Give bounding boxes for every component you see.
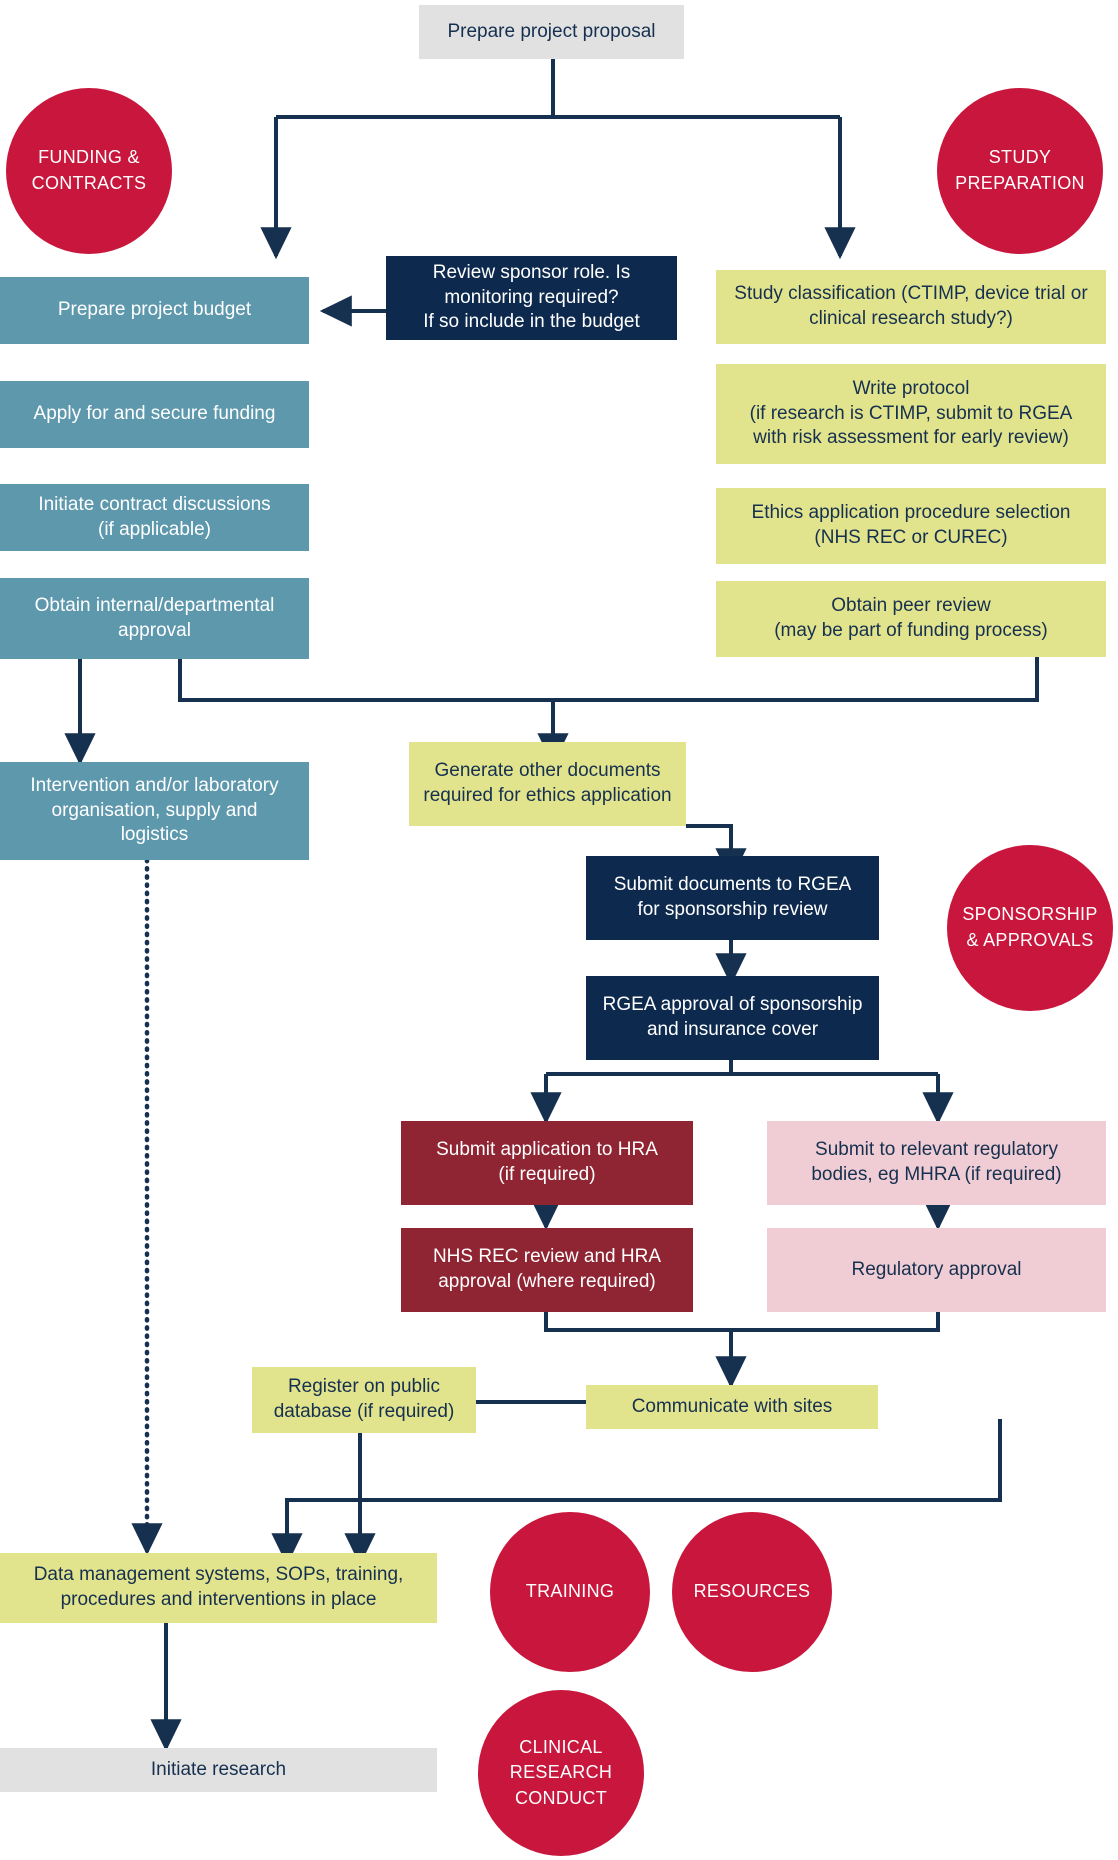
node-label: Submit application to HRA (if required)	[436, 1139, 658, 1185]
circle-clinical-research-conduct[interactable]: CLINICAL RESEARCH CONDUCT	[478, 1690, 644, 1856]
node-label: NHS REC review and HRA approval (where r…	[432, 1246, 662, 1292]
node-label: Apply for and secure funding	[33, 403, 276, 425]
node-label: Initiate research	[150, 1758, 287, 1780]
node-label: Write protocol (if research is CTIMP, su…	[749, 377, 1073, 449]
node-label: Regulatory approval	[851, 1258, 1022, 1280]
node-review-sponsor-role[interactable]: Review sponsor role. Is monitoring requi…	[386, 256, 677, 340]
node-label: Prepare project budget	[57, 299, 252, 321]
circle-label: STUDY PREPARATION	[955, 147, 1085, 193]
node-intervention-lab[interactable]: Intervention and/or laboratory organisat…	[0, 762, 309, 860]
node-label: Ethics application procedure selection (…	[751, 502, 1071, 548]
node-nhs-rec-review[interactable]: NHS REC review and HRA approval (where r…	[401, 1228, 693, 1312]
node-label: Prepare project proposal	[447, 20, 656, 42]
node-register-public-database[interactable]: Register on public database (if required…	[252, 1367, 476, 1433]
circle-study-preparation[interactable]: STUDY PREPARATION	[937, 88, 1103, 254]
circle-resources[interactable]: RESOURCES	[672, 1512, 832, 1672]
circle-training[interactable]: TRAINING	[490, 1512, 650, 1672]
node-prepare-proposal[interactable]: Prepare project proposal	[419, 5, 684, 59]
node-label: Obtain internal/departmental approval	[34, 594, 275, 641]
node-study-classification[interactable]: Study classification (CTIMP, device tria…	[716, 270, 1106, 344]
edge-communicate-to-data	[271, 1419, 1002, 1566]
node-label: Data management systems, SOPs, training,…	[33, 1564, 404, 1610]
node-ethics-selection[interactable]: Ethics application procedure selection (…	[716, 488, 1106, 564]
node-apply-funding[interactable]: Apply for and secure funding	[0, 381, 309, 448]
circle-sponsorship-approvals[interactable]: SPONSORSHIP & APPROVALS	[947, 845, 1113, 1011]
node-label: Register on public database (if required…	[273, 1376, 455, 1422]
node-label: Communicate with sites	[631, 1395, 833, 1417]
node-label: Obtain peer review (may be part of fundi…	[774, 595, 1048, 641]
node-label: Generate other documents required for et…	[423, 760, 672, 806]
node-label: Submit documents to RGEA for sponsorship…	[613, 874, 852, 920]
circle-label: RESOURCES	[693, 1581, 811, 1602]
node-submit-regulatory[interactable]: Submit to relevant regulatory bodies, eg…	[767, 1121, 1106, 1205]
edge-bus-to-generate	[178, 657, 1039, 702]
circle-funding-contracts[interactable]: FUNDING & CONTRACTS	[6, 88, 172, 254]
node-submit-hra[interactable]: Submit application to HRA (if required)	[401, 1121, 693, 1205]
node-prepare-budget[interactable]: Prepare project budget	[0, 277, 309, 344]
circle-label: FUNDING & CONTRACTS	[31, 147, 147, 193]
node-data-management[interactable]: Data management systems, SOPs, training,…	[0, 1553, 437, 1623]
node-internal-approval[interactable]: Obtain internal/departmental approval	[0, 578, 309, 659]
node-regulatory-approval[interactable]: Regulatory approval	[767, 1228, 1106, 1312]
node-label: Intervention and/or laboratory organisat…	[30, 774, 279, 846]
circle-label: CLINICAL RESEARCH CONDUCT	[509, 1736, 613, 1808]
flowchart-canvas: Prepare project proposal Review sponsor …	[0, 0, 1118, 1860]
node-submit-rgea[interactable]: Submit documents to RGEA for sponsorship…	[586, 856, 879, 940]
node-label: Initiate contract discussions (if applic…	[38, 493, 271, 540]
node-label: Submit to relevant regulatory bodies, eg…	[811, 1139, 1062, 1185]
node-rgea-approval[interactable]: RGEA approval of sponsorship and insuran…	[586, 976, 879, 1060]
node-contract-discussions[interactable]: Initiate contract discussions (if applic…	[0, 484, 309, 551]
node-communicate-sites[interactable]: Communicate with sites	[586, 1385, 878, 1429]
circle-label: TRAINING	[525, 1581, 615, 1602]
node-label: Study classification (CTIMP, device tria…	[734, 283, 1088, 329]
node-label: Review sponsor role. Is monitoring requi…	[423, 261, 640, 333]
node-peer-review[interactable]: Obtain peer review (may be part of fundi…	[716, 581, 1106, 657]
circle-label: SPONSORSHIP & APPROVALS	[962, 904, 1098, 950]
node-initiate-research[interactable]: Initiate research	[0, 1748, 437, 1792]
node-write-protocol[interactable]: Write protocol (if research is CTIMP, su…	[716, 364, 1106, 464]
node-generate-documents[interactable]: Generate other documents required for et…	[409, 742, 686, 826]
node-label: RGEA approval of sponsorship and insuran…	[602, 994, 863, 1040]
